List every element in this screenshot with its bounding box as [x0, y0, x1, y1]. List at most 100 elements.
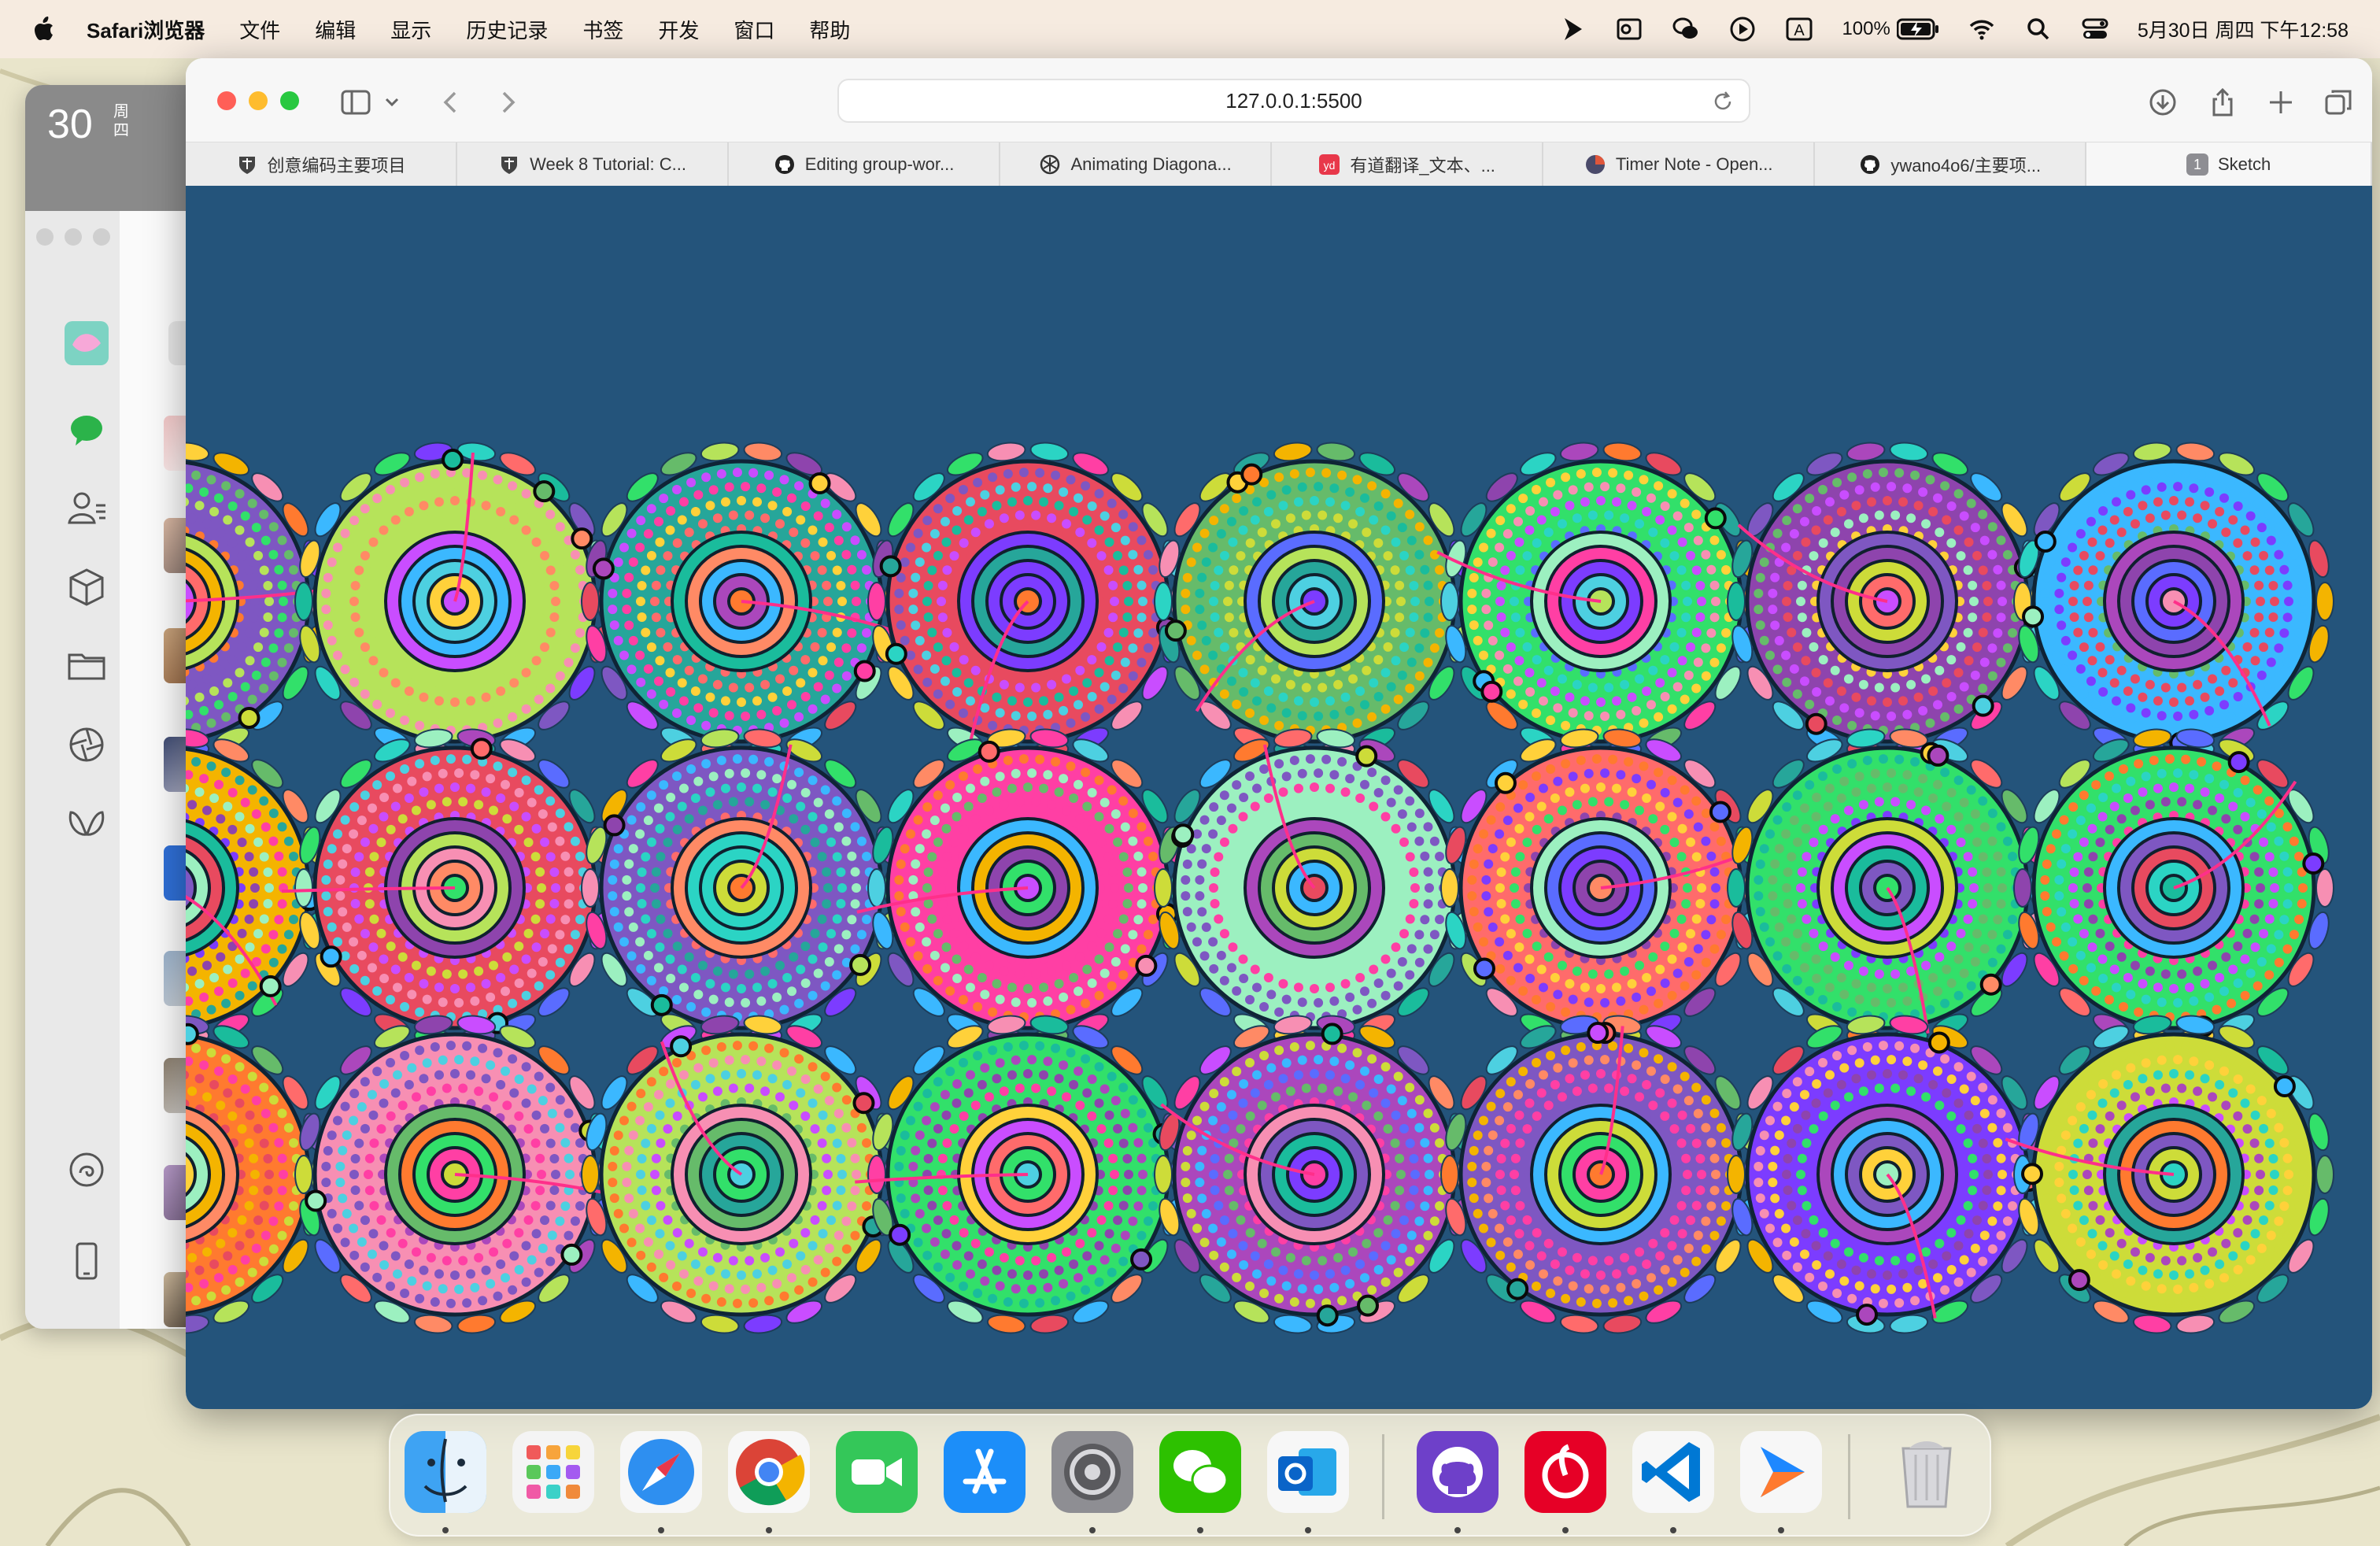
close-button[interactable] — [217, 91, 236, 110]
menu-edit[interactable]: 编辑 — [315, 15, 356, 44]
folder-icon[interactable] — [65, 644, 109, 688]
wifi-icon[interactable] — [1968, 15, 1996, 43]
minimize-button[interactable] — [249, 91, 268, 110]
zoom-button[interactable] — [280, 91, 299, 110]
forward-icon[interactable] — [491, 87, 523, 118]
tab-title: Week 8 Tutorial: C... — [530, 154, 686, 174]
pattern-circle — [856, 728, 1188, 1048]
running-indicator — [766, 1527, 772, 1533]
dock — [389, 1414, 1991, 1537]
vscode-icon[interactable] — [1632, 1431, 1714, 1513]
trash-icon[interactable] — [1886, 1431, 1968, 1513]
github-desktop-icon[interactable] — [1417, 1431, 1499, 1513]
download-icon[interactable] — [2147, 87, 2179, 118]
wechat-close-button[interactable] — [36, 228, 54, 246]
outlook-status-icon[interactable] — [1615, 15, 1643, 43]
channels-icon[interactable] — [65, 801, 109, 845]
running-indicator — [1778, 1527, 1784, 1533]
menu-bar: Safari浏览器 文件 编辑 显示 历史记录 书签 开发 窗口 帮助 A 10… — [0, 0, 2380, 58]
settings-menu-icon[interactable] — [65, 1326, 109, 1329]
menu-develop[interactable]: 开发 — [658, 15, 699, 44]
running-indicator — [1089, 1527, 1096, 1533]
pattern-circle — [1727, 442, 2048, 761]
system-settings-icon[interactable] — [1051, 1431, 1133, 1513]
wechat-icon[interactable] — [1159, 1431, 1241, 1513]
finder-icon[interactable] — [405, 1431, 486, 1513]
menu-clock[interactable]: 5月30日 周四 下午12:58 — [2138, 15, 2349, 43]
tab-title: 有道翻译_文本、... — [1350, 156, 1495, 176]
tab-week8-tutorial[interactable]: Week 8 Tutorial: C... — [457, 142, 730, 187]
launchpad-icon[interactable] — [512, 1431, 594, 1513]
chats-icon[interactable] — [65, 408, 109, 452]
crest-icon — [238, 157, 255, 174]
battery-status[interactable]: 100% — [1842, 18, 1938, 40]
new-tab-icon[interactable] — [2265, 87, 2297, 118]
pattern-circle — [1440, 1015, 1761, 1334]
wechat-avatar[interactable] — [65, 321, 109, 365]
calendar-day: 30 — [47, 102, 93, 147]
outlook-icon[interactable] — [1267, 1431, 1349, 1513]
tab-editing-group-work[interactable]: Editing group-wor... — [729, 142, 1001, 187]
tab-title: Animating Diagona... — [1070, 154, 1232, 174]
tab-overview-icon[interactable] — [2323, 87, 2355, 118]
tab-title: Sketch — [2217, 154, 2271, 174]
sketch-canvas-area[interactable] — [186, 186, 2372, 1409]
address-bar[interactable]: 127.0.0.1:5500 — [837, 79, 1750, 123]
safari-icon[interactable] — [620, 1431, 702, 1513]
menu-history[interactable]: 历史记录 — [466, 15, 548, 44]
tab-timer-note[interactable]: Timer Note - Open... — [1543, 142, 1816, 187]
tab-ywano-project[interactable]: ywano4o6/主要项... — [1815, 142, 2087, 187]
wechat-zoom-button[interactable] — [93, 228, 110, 246]
menu-window[interactable]: 窗口 — [734, 15, 774, 44]
share-icon[interactable] — [2207, 87, 2238, 118]
tab-youdao-translate[interactable]: yd 有道翻译_文本、... — [1272, 142, 1544, 187]
tab-animating-diagonal[interactable]: Animating Diagona... — [1000, 142, 1273, 187]
sketch-app-icon[interactable] — [1740, 1431, 1822, 1513]
contacts-icon[interactable] — [65, 486, 109, 531]
openai-icon — [1040, 154, 1060, 175]
play-arrow-icon[interactable] — [1558, 15, 1587, 43]
chrome-icon[interactable] — [728, 1431, 810, 1513]
app-store-icon[interactable] — [944, 1431, 1026, 1513]
pattern-circle — [1436, 442, 1761, 761]
sidebar-toggle-icon[interactable] — [340, 87, 371, 118]
wechat-status-icon[interactable] — [1672, 15, 1700, 43]
pattern-circle — [2013, 442, 2334, 761]
pattern-circle — [1440, 728, 1768, 1048]
sketch-canvas[interactable] — [186, 186, 2372, 1409]
menu-help[interactable]: 帮助 — [809, 15, 850, 44]
menu-file[interactable]: 文件 — [239, 15, 280, 44]
pattern-circle — [2005, 1015, 2334, 1334]
pattern-circle — [867, 442, 1188, 761]
dock-separator — [1382, 1434, 1384, 1519]
running-indicator — [1305, 1527, 1311, 1533]
apple-menu-icon[interactable] — [31, 16, 55, 43]
reload-icon[interactable] — [1711, 90, 1735, 113]
facetime-icon[interactable] — [836, 1431, 918, 1513]
running-indicator — [1670, 1527, 1676, 1533]
tab-sketch[interactable]: 1 Sketch — [2086, 142, 2372, 187]
phone-icon[interactable] — [65, 1239, 109, 1283]
github-icon — [1861, 155, 1880, 174]
wechat-minimize-button[interactable] — [65, 228, 82, 246]
menu-bookmarks[interactable]: 书签 — [582, 15, 623, 44]
moments-icon[interactable] — [65, 723, 109, 767]
menu-app-name[interactable]: Safari浏览器 — [87, 15, 205, 44]
chevron-down-icon[interactable] — [382, 87, 401, 118]
control-center-icon[interactable] — [2081, 15, 2109, 43]
tab-creative-coding[interactable]: 创意编码主要项目 — [186, 142, 458, 187]
svg-text:yd: yd — [1324, 159, 1336, 172]
timer-icon — [1585, 155, 1605, 174]
input-method-icon[interactable]: A — [1785, 15, 1813, 43]
spotlight-search-icon[interactable] — [2024, 15, 2053, 43]
back-icon[interactable] — [436, 87, 468, 118]
tab-title: Editing group-wor... — [804, 154, 955, 174]
media-play-icon[interactable] — [1728, 15, 1757, 43]
pattern-circle — [581, 1015, 902, 1334]
input-method-label: A — [1794, 22, 1805, 39]
netease-music-icon[interactable] — [1524, 1431, 1606, 1513]
pattern-circle — [1154, 1015, 1475, 1334]
cube-icon[interactable] — [65, 565, 109, 609]
menu-view[interactable]: 显示 — [390, 15, 431, 44]
mini-programs-icon[interactable] — [65, 1148, 109, 1192]
